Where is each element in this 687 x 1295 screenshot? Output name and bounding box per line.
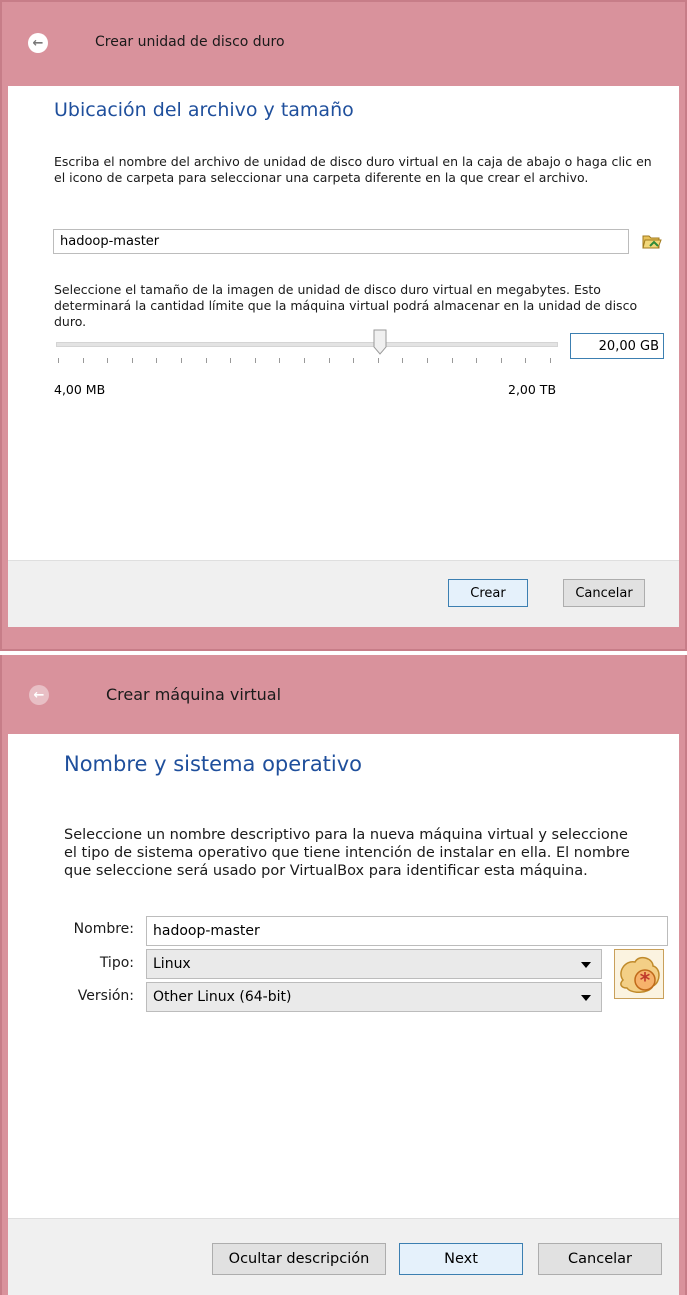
slider-tick <box>328 358 330 363</box>
type-label: Tipo: <box>99 955 134 971</box>
file-name-input[interactable]: hadoop-master <box>53 229 629 254</box>
linux-os-icon: * <box>614 949 664 999</box>
name-input[interactable]: hadoop-master <box>146 916 668 946</box>
slider-tick <box>476 358 478 363</box>
size-description: Seleccione el tamaño de la imagen de uni… <box>54 282 638 329</box>
slider-tick <box>107 358 109 363</box>
content-panel: Ubicación del archivo y tamaño Escriba e… <box>8 86 679 627</box>
size-input[interactable]: 20,00 GB <box>570 333 664 359</box>
slider-tick <box>131 358 133 363</box>
window-title: Crear unidad de disco duro <box>95 34 285 50</box>
vm-description: Seleccione un nombre descriptivo para la… <box>64 827 630 879</box>
name-label: Nombre: <box>73 921 134 937</box>
slider-tick <box>451 358 453 363</box>
window-title: Crear máquina virtual <box>106 685 282 704</box>
slider-tick <box>304 358 305 363</box>
slider-tick <box>500 358 502 363</box>
page-heading: Ubicación del archivo y tamaño <box>54 99 354 121</box>
slider-tick <box>279 358 281 363</box>
next-button[interactable]: Next <box>399 1243 523 1275</box>
slider-min-label: 4,00 MB <box>54 382 106 397</box>
folder-open-icon[interactable] <box>641 231 663 251</box>
version-label: Versión: <box>77 988 134 1004</box>
slider-tick <box>82 358 84 363</box>
create-button[interactable]: Crear <box>448 579 528 607</box>
content-panel: Nombre y sistema operativo Seleccione un… <box>8 734 679 1295</box>
file-description: Escriba el nombre del archivo de unidad … <box>54 154 652 185</box>
svg-text:*: * <box>640 968 651 992</box>
button-bar: Ocultar descripción Next Cancelar <box>8 1218 679 1295</box>
size-slider-thumb[interactable] <box>373 329 387 355</box>
slider-tick <box>525 358 527 363</box>
back-arrow-icon[interactable]: ← <box>29 685 49 705</box>
slider-tick <box>402 358 404 363</box>
type-select[interactable]: Linux <box>146 949 602 979</box>
create-disk-dialog: ← Crear unidad de disco duro Ubicación d… <box>0 0 687 651</box>
slider-tick <box>156 358 158 363</box>
slider-tick <box>205 358 207 363</box>
back-arrow-icon[interactable]: ← <box>28 33 48 53</box>
chevron-down-icon <box>581 962 591 968</box>
create-vm-dialog: ← Crear máquina virtual Nombre y sistema… <box>0 655 687 1295</box>
slider-tick <box>353 358 355 363</box>
version-select[interactable]: Other Linux (64-bit) <box>146 982 602 1012</box>
type-select-value: Linux <box>153 956 191 972</box>
slider-tick <box>254 358 256 363</box>
button-bar: Crear Cancelar <box>8 560 679 627</box>
slider-tick <box>230 358 232 363</box>
hide-description-button[interactable]: Ocultar descripción <box>212 1243 386 1275</box>
chevron-down-icon <box>581 995 591 1001</box>
version-select-value: Other Linux (64-bit) <box>153 989 292 1005</box>
slider-max-label: 2,00 TB <box>508 382 557 397</box>
slider-tick <box>550 358 551 363</box>
slider-tick <box>377 358 379 363</box>
slider-tick <box>181 358 182 363</box>
cancel-button[interactable]: Cancelar <box>538 1243 662 1275</box>
slider-tick <box>58 358 59 363</box>
size-slider-track[interactable] <box>56 342 558 347</box>
slider-tick <box>427 358 428 363</box>
page-heading: Nombre y sistema operativo <box>64 752 363 776</box>
cancel-button[interactable]: Cancelar <box>563 579 645 607</box>
title-bar: ← Crear máquina virtual <box>2 655 685 739</box>
title-bar: ← Crear unidad de disco duro <box>2 2 685 86</box>
